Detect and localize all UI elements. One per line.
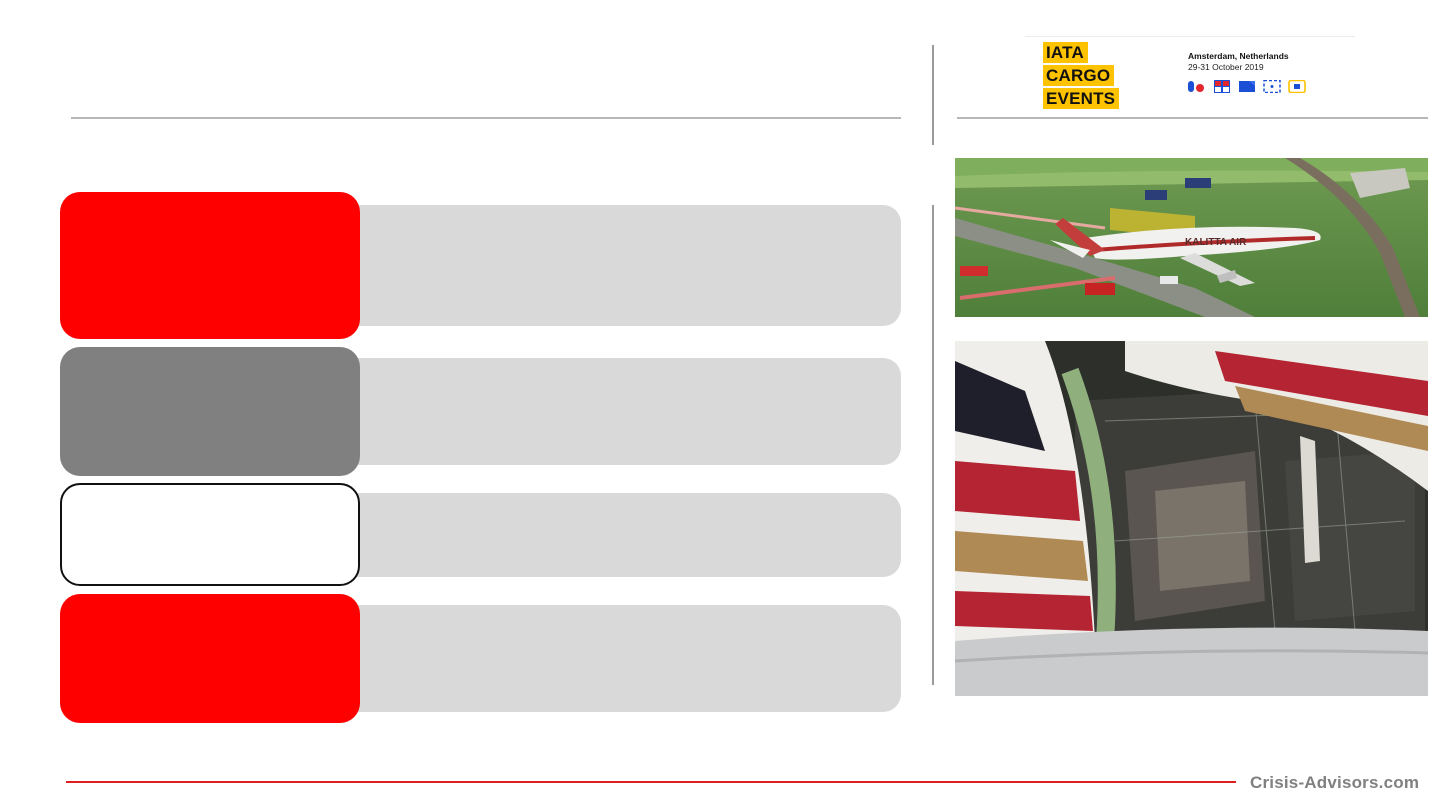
header-divider-left	[71, 117, 901, 119]
cargo-badge-icon	[1187, 80, 1207, 93]
header-vertical-divider	[932, 45, 934, 145]
logo-word-events: EVENTS	[1043, 88, 1120, 109]
dangerous-goods-badge-icon	[1212, 80, 1232, 93]
row-1-bar	[340, 205, 901, 326]
svg-text:KALITTA AIR: KALITTA AIR	[1185, 237, 1247, 248]
row-4-tile	[60, 594, 360, 723]
logo-word-cargo: CARGO	[1043, 65, 1115, 86]
row-2-bar	[340, 358, 901, 465]
logo-top-rule	[1025, 36, 1355, 37]
eu-badge-icon	[1262, 80, 1282, 93]
pharma-badge-icon	[1237, 80, 1257, 93]
crashed-cargo-aircraft-aerial-photo: KALITTA AIR	[955, 158, 1428, 317]
header-divider-right	[957, 117, 1428, 119]
row-3-tile	[60, 483, 360, 586]
footer-website[interactable]: Crisis-Advisors.com	[1250, 773, 1419, 793]
footer-divider	[66, 781, 1236, 783]
logo-word-iata: IATA	[1043, 42, 1088, 63]
content-vertical-divider	[932, 205, 934, 685]
event-badges	[1187, 80, 1307, 93]
event-dates: 29-31 October 2019	[1188, 62, 1264, 72]
event-location: Amsterdam, Netherlands	[1188, 51, 1289, 61]
row-3-bar	[340, 493, 901, 577]
digital-badge-icon	[1287, 80, 1307, 93]
row-2-tile	[60, 347, 360, 476]
row-1-tile	[60, 192, 360, 339]
damaged-fuselage-cargo-hold-photo	[955, 341, 1428, 696]
row-4-bar	[340, 605, 901, 712]
